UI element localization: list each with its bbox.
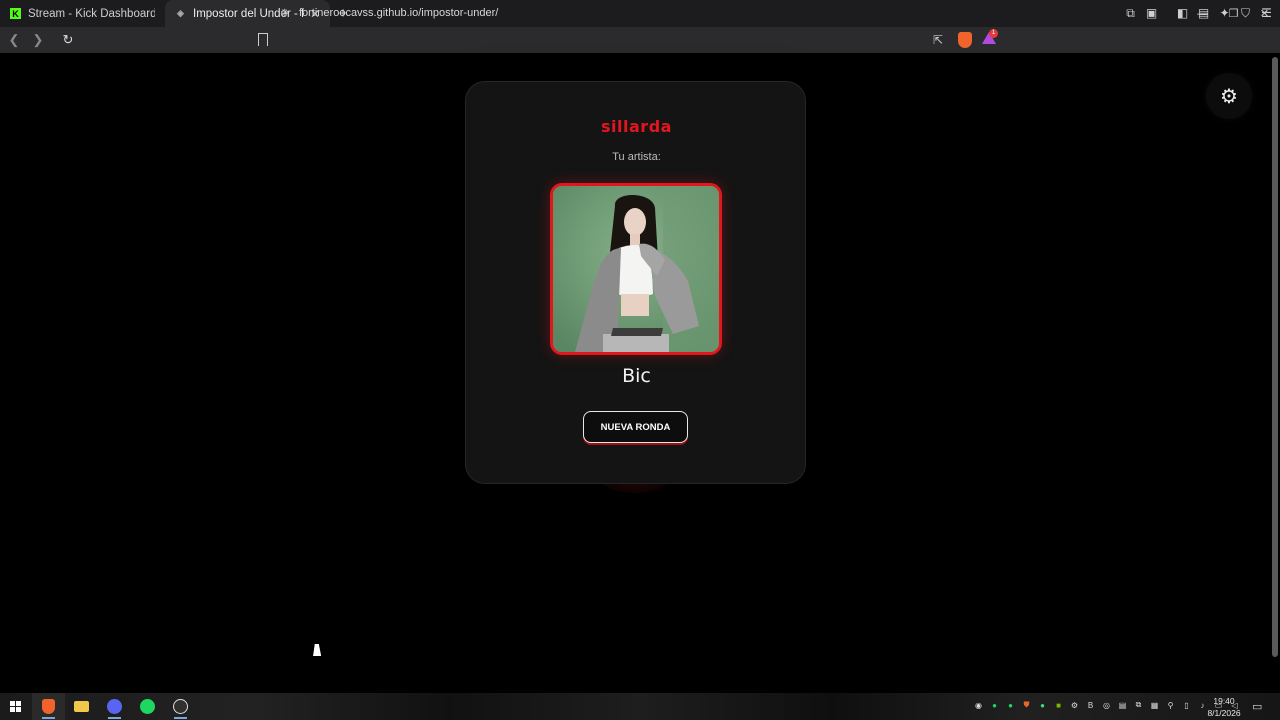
app-tray-icon-3[interactable]: ⧉ bbox=[1133, 698, 1144, 712]
steam-tray-icon[interactable]: ◎ bbox=[1101, 698, 1112, 712]
leo-ai-icon[interactable]: ✦ bbox=[1217, 3, 1232, 23]
settings-tray-icon[interactable]: ⚙ bbox=[1069, 698, 1080, 712]
rewards-badge: 1 bbox=[989, 29, 998, 38]
bookmark-icon[interactable] bbox=[258, 33, 268, 46]
clock-time: 19:40 bbox=[1213, 696, 1235, 706]
artist-photo-illustration bbox=[553, 186, 719, 352]
brave-taskbar-icon[interactable] bbox=[32, 693, 65, 720]
spotify-tray-icon[interactable]: ● bbox=[989, 698, 1000, 712]
app-tray-icon[interactable]: ● bbox=[1037, 698, 1048, 712]
share-icon[interactable]: ⇱ bbox=[933, 33, 943, 47]
site-favicon-icon: ◈ bbox=[177, 8, 184, 18]
brand-title: sillarda bbox=[601, 117, 672, 136]
sidebar-icon[interactable]: ◧ bbox=[1175, 3, 1190, 23]
scrollbar[interactable] bbox=[1272, 57, 1278, 657]
notification-center-icon[interactable]: ▭ bbox=[1252, 700, 1262, 713]
spotify-icon[interactable] bbox=[131, 693, 164, 720]
file-explorer-icon[interactable] bbox=[65, 693, 98, 720]
artist-card: sillarda Tu artista: Bic NUEVA RONDA bbox=[465, 81, 806, 484]
mouse-cursor-icon bbox=[313, 644, 323, 656]
gear-icon: ⚙ bbox=[1220, 85, 1238, 108]
brave-rewards-icon[interactable]: 1 bbox=[982, 29, 998, 46]
kick-icon: K bbox=[10, 8, 21, 19]
new-round-button[interactable]: NUEVA RONDA bbox=[583, 411, 688, 443]
url-text: fortineroocavss.github.io/impostor-under… bbox=[298, 7, 499, 19]
tray-app-icon[interactable]: ◉ bbox=[973, 698, 984, 712]
tab-search-icon[interactable]: ▣ bbox=[1144, 3, 1159, 23]
discord-icon[interactable] bbox=[98, 693, 131, 720]
taskbar-clock[interactable]: 19:40 8/1/2026 bbox=[1204, 695, 1244, 719]
forward-icon[interactable]: ❯ bbox=[28, 30, 48, 50]
site-info-icon[interactable]: ⚙ bbox=[280, 8, 289, 19]
artist-photo bbox=[550, 183, 722, 355]
extensions-icon[interactable]: ⧉ bbox=[1123, 3, 1138, 23]
system-tray: ◉ ● ● ⛊ ● ■ ⚙ B ◎ ▤ ⧉ ▦ ⚲ ▯ ♪ ▭ ◁ bbox=[973, 698, 1240, 712]
obs-icon[interactable] bbox=[164, 693, 197, 720]
back-icon[interactable]: ❮ bbox=[4, 30, 24, 50]
page-viewport: ⚙ sillarda Tu artista: Bic NUEVA RONDA bbox=[0, 53, 1280, 693]
tab-kick-dashboard[interactable]: K Stream - Kick Dashboard bbox=[0, 0, 165, 27]
vpn-icon[interactable]: ⛉ bbox=[1238, 3, 1253, 23]
windows-start-icon[interactable] bbox=[0, 693, 32, 720]
tab-title: Stream - Kick Dashboard bbox=[28, 7, 155, 20]
artist-label: Tu artista: bbox=[612, 151, 661, 163]
navigation-bar: ❮ ❯ ↻ bbox=[0, 27, 1280, 53]
windows-logo bbox=[10, 700, 21, 712]
brave-tray-icon[interactable]: ⛊ bbox=[1021, 698, 1032, 712]
reload-icon[interactable]: ↻ bbox=[58, 30, 78, 50]
app-tray-icon-2[interactable]: ▤ bbox=[1117, 698, 1128, 712]
app-b-tray-icon[interactable]: B bbox=[1085, 698, 1096, 712]
usb-tray-icon[interactable]: ▯ bbox=[1181, 698, 1192, 712]
address-bar[interactable]: ⚙ fortineroocavss.github.io/impostor-und… bbox=[280, 3, 1000, 23]
brave-shield-icon[interactable] bbox=[958, 32, 972, 48]
menu-icon[interactable]: ☰ bbox=[1259, 3, 1274, 23]
spotify-tray-icon-2[interactable]: ● bbox=[1005, 698, 1016, 712]
settings-button[interactable]: ⚙ bbox=[1206, 73, 1252, 119]
nvidia-tray-icon[interactable]: ■ bbox=[1053, 698, 1064, 712]
app-tray-icon-5[interactable]: ⚲ bbox=[1165, 698, 1176, 712]
wallet-icon[interactable]: ▤ bbox=[1196, 3, 1211, 23]
toolbar-right: ⧉ ▣ ◧ ▤ ✦ ⛉ ☰ bbox=[1123, 3, 1274, 23]
artist-name: Bic bbox=[622, 365, 651, 387]
app-tray-icon-4[interactable]: ▦ bbox=[1149, 698, 1160, 712]
clock-date: 8/1/2026 bbox=[1207, 708, 1241, 718]
